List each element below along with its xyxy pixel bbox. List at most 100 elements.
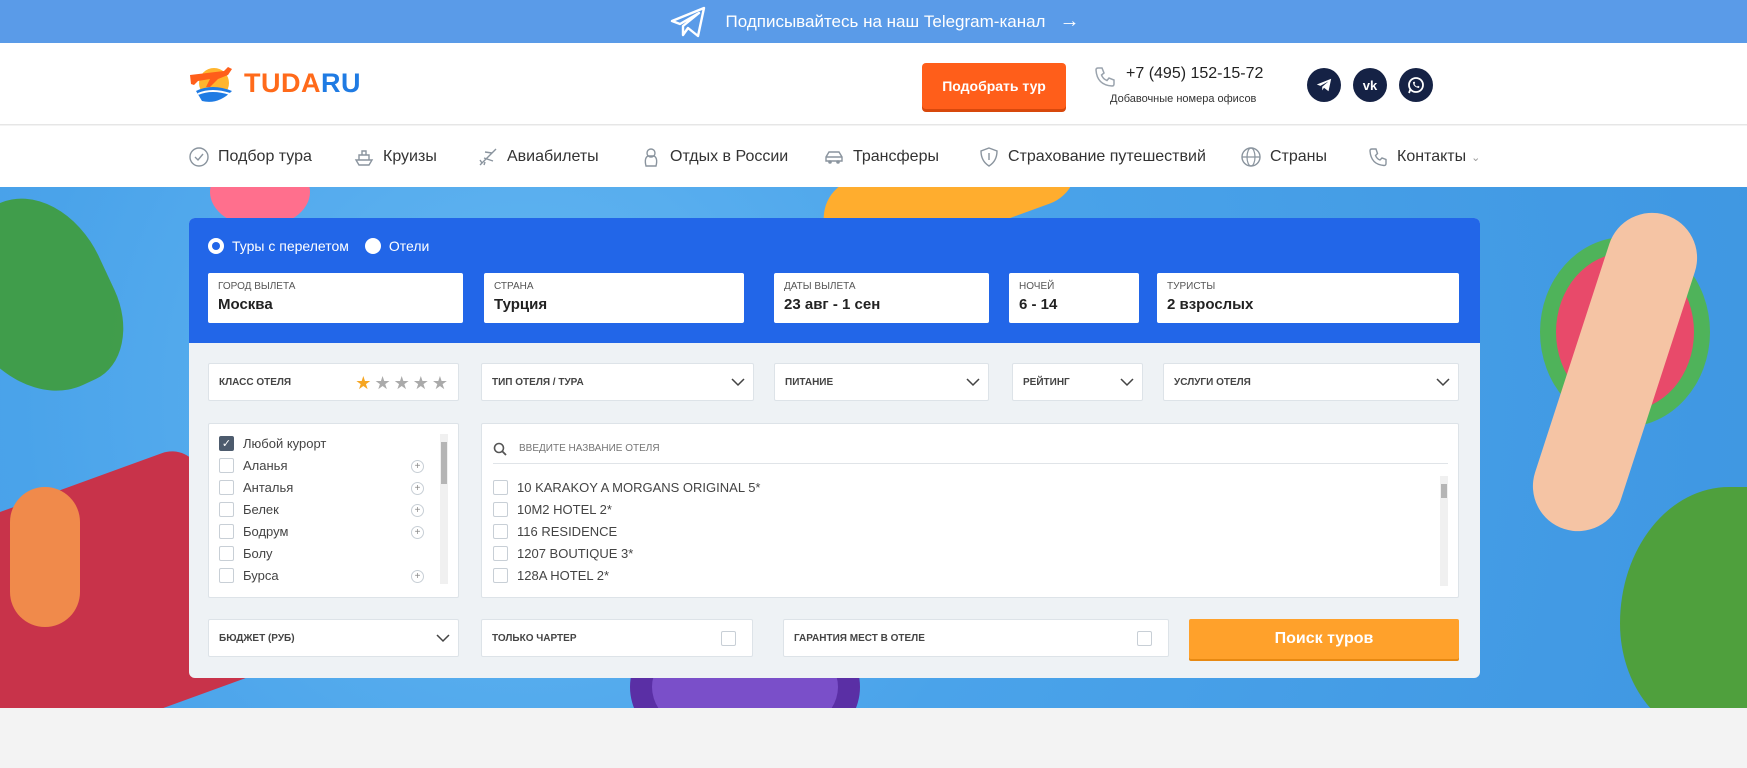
checkbox[interactable]: [493, 502, 508, 517]
telegram-icon: [1316, 78, 1332, 92]
list-item[interactable]: Бурса +: [219, 568, 424, 583]
checkbox[interactable]: [721, 631, 736, 646]
scrollbar-thumb[interactable]: [1441, 484, 1447, 498]
budget-select[interactable]: Бюджет (руб): [208, 619, 459, 657]
checkbox[interactable]: [219, 502, 234, 517]
chevron-down-icon: [1436, 378, 1450, 387]
nav-item-countries[interactable]: Страны: [1240, 146, 1327, 168]
hotel-services-select[interactable]: Услуги отеля: [1163, 363, 1459, 401]
checkbox[interactable]: [1137, 631, 1152, 646]
shield-icon: [980, 147, 998, 167]
vk-icon: vk: [1362, 77, 1378, 93]
chevron-down-icon: [731, 378, 745, 387]
list-item[interactable]: 10 KARAKOY A MORGANS ORIGINAL 5*: [493, 480, 760, 495]
ship-icon: [354, 150, 374, 166]
office-extensions-link[interactable]: Добавочные номера офисов: [1110, 93, 1256, 105]
search-icon: [493, 442, 507, 456]
resort-list: ✓ Любой курорт Аланья + Анталья + Белек …: [208, 423, 459, 598]
list-item[interactable]: 1207 BOUTIQUE 3*: [493, 546, 633, 561]
search-panel-header: Туры с перелетом Отели Город вылета Моск…: [189, 218, 1480, 343]
list-item[interactable]: 128A HOTEL 2*: [493, 568, 609, 583]
radio-tours-with-flight[interactable]: Туры с перелетом: [208, 238, 349, 254]
vk-social-button[interactable]: vk: [1353, 68, 1387, 102]
star-icon[interactable]: ★: [355, 374, 371, 392]
checkbox[interactable]: [219, 480, 234, 495]
expand-plus-icon[interactable]: +: [411, 460, 424, 473]
checkbox[interactable]: [493, 480, 508, 495]
search-tours-button[interactable]: Поиск туров: [1189, 619, 1459, 659]
expand-plus-icon[interactable]: +: [411, 504, 424, 517]
chevron-down-icon: [966, 378, 980, 387]
expand-plus-icon[interactable]: +: [411, 526, 424, 539]
nav-item-contacts[interactable]: Контакты ⌄: [1367, 146, 1480, 168]
star-icon[interactable]: ★: [413, 374, 429, 392]
hotel-search-bar: [493, 434, 1448, 464]
departure-city-field[interactable]: Город вылета Москва: [208, 273, 463, 323]
list-item[interactable]: 10M2 HOTEL 2*: [493, 502, 612, 517]
list-item[interactable]: ✓ Любой курорт: [219, 436, 424, 451]
list-item[interactable]: Бодрум +: [219, 524, 424, 539]
star-icon[interactable]: ★: [374, 374, 390, 392]
palm-leaf-right-decoration: [1620, 487, 1747, 708]
hotel-type-select[interactable]: Тип отеля / тура: [481, 363, 754, 401]
scrollbar-thumb[interactable]: [441, 442, 447, 484]
nav-item-tour-search[interactable]: Подбор тура: [188, 146, 312, 168]
telegram-banner-text: Подписывайтесь на наш Telegram-канал: [725, 11, 1046, 31]
checkbox[interactable]: [493, 546, 508, 561]
nav-item-transfers[interactable]: Трансферы: [823, 146, 939, 168]
checkbox[interactable]: [493, 568, 508, 583]
nav-item-insurance[interactable]: Страхование путешествий: [978, 146, 1206, 168]
checkbox[interactable]: [493, 524, 508, 539]
site-logo[interactable]: TUDARU: [188, 61, 361, 105]
nav-item-russia[interactable]: Отдых в России: [640, 146, 788, 168]
plane-icon: [479, 148, 497, 166]
telegram-banner[interactable]: Подписывайтесь на наш Telegram-канал →: [0, 0, 1747, 43]
meal-select[interactable]: Питание: [774, 363, 989, 401]
hotel-class-stars[interactable]: ★ ★ ★ ★ ★: [355, 374, 448, 392]
nights-field[interactable]: Ночей 6 - 14: [1009, 273, 1139, 323]
resort-list-scrollbar[interactable]: [440, 434, 448, 584]
hotel-search-input[interactable]: [519, 443, 1319, 454]
star-icon[interactable]: ★: [432, 374, 448, 392]
car-icon: [825, 151, 843, 164]
checkbox[interactable]: [219, 546, 234, 561]
rating-select[interactable]: Рейтинг: [1012, 363, 1143, 401]
tour-icon: [189, 147, 209, 167]
nav-item-cruises[interactable]: Круизы: [353, 146, 437, 168]
list-item[interactable]: Анталья +: [219, 480, 424, 495]
checkbox[interactable]: [219, 524, 234, 539]
nav-item-flights[interactable]: Авиабилеты: [477, 146, 599, 168]
logo-sun-plane-icon: [190, 67, 232, 102]
list-item[interactable]: Болу: [219, 546, 424, 561]
list-item[interactable]: Белек +: [219, 502, 424, 517]
checkbox-checked-icon[interactable]: ✓: [219, 436, 234, 451]
whatsapp-social-button[interactable]: [1399, 68, 1433, 102]
telegram-social-button[interactable]: [1307, 68, 1341, 102]
star-icon[interactable]: ★: [394, 374, 410, 392]
country-field[interactable]: Страна Турция: [484, 273, 744, 323]
checkbox[interactable]: [219, 568, 234, 583]
arrow-right-icon: →: [1059, 10, 1080, 32]
phone-number[interactable]: +7 (495) 152-15-72: [1126, 65, 1263, 83]
expand-plus-icon[interactable]: +: [411, 570, 424, 583]
charter-only-toggle[interactable]: Только чартер: [481, 619, 753, 657]
radio-on-icon: [208, 238, 224, 254]
hotel-list-scrollbar[interactable]: [1440, 476, 1448, 586]
departure-dates-field[interactable]: Даты вылета 23 авг - 1 сен: [774, 273, 989, 323]
phone-icon: [1095, 67, 1115, 87]
radio-hotels[interactable]: Отели: [364, 238, 429, 254]
tourists-field[interactable]: Туристы 2 взрослых: [1157, 273, 1459, 323]
hotel-class-filter[interactable]: Класс отеля ★ ★ ★ ★ ★: [208, 363, 459, 401]
site-header: TUDARU Подобрать тур +7 (495) 152-15-72 …: [0, 43, 1747, 125]
pick-tour-button[interactable]: Подобрать тур: [922, 63, 1066, 109]
list-item[interactable]: 116 RESIDENCE: [493, 524, 617, 539]
expand-plus-icon[interactable]: +: [411, 482, 424, 495]
telegram-plane-icon: [670, 6, 705, 37]
chevron-down-icon: ⌄: [1471, 151, 1481, 164]
swimmer-left-decoration: [10, 487, 80, 627]
whatsapp-icon: [1408, 77, 1424, 94]
hotel-list: 10 KARAKOY A MORGANS ORIGINAL 5* 10M2 HO…: [481, 423, 1459, 598]
list-item[interactable]: Аланья +: [219, 458, 424, 473]
checkbox[interactable]: [219, 458, 234, 473]
hotel-guarantee-toggle[interactable]: Гарантия мест в отеле: [783, 619, 1169, 657]
